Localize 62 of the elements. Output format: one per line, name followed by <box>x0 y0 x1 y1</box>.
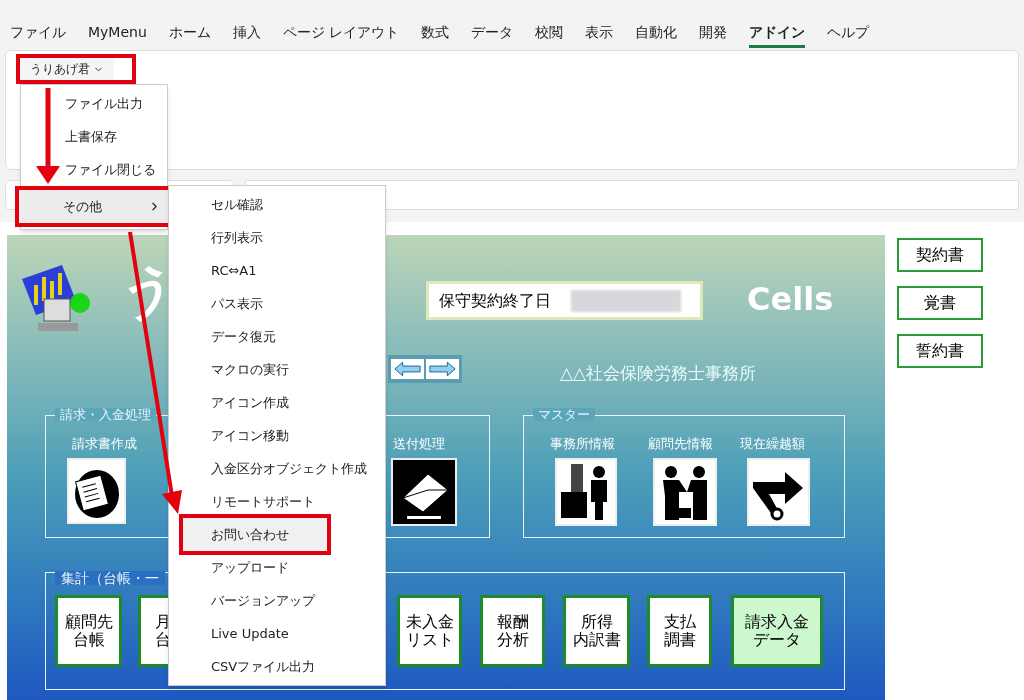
group-title: マスター <box>533 408 595 421</box>
summary-button[interactable]: 請求入金 データ <box>731 595 823 667</box>
ribbon-tab[interactable]: ホーム <box>168 22 211 48</box>
ribbon-tab[interactable]: 校閲 <box>535 22 564 48</box>
document-button[interactable]: 誓約書 <box>897 334 983 368</box>
menu-item[interactable]: Live Update <box>201 617 299 650</box>
menu-item[interactable]: マクロの実行 <box>201 353 299 386</box>
handshake-icon <box>655 460 715 524</box>
menu-item[interactable]: データ復元 <box>201 320 286 353</box>
navigation-arrows-icon[interactable] <box>388 355 462 383</box>
shortcut-button[interactable] <box>555 458 617 526</box>
document-button[interactable]: 覚書 <box>897 286 983 320</box>
ribbon-tab[interactable]: データ <box>471 22 514 48</box>
ribbon-tab[interactable]: ヘルプ <box>827 22 870 48</box>
menu-item[interactable]: その他 <box>19 190 169 223</box>
summary-button[interactable]: 支払 調書 <box>647 595 712 667</box>
menu-item[interactable]: アップロード <box>201 551 299 584</box>
ribbon-tab[interactable]: 自動化 <box>635 22 678 48</box>
ribbon-tab[interactable]: 挿入 <box>232 22 261 48</box>
shortcut-button[interactable] <box>391 458 457 526</box>
summary-button[interactable]: 顧問先 台帳 <box>55 595 122 667</box>
shortcut-button[interactable] <box>747 458 810 526</box>
ribbon-tab[interactable]: ファイル <box>10 22 66 48</box>
menu-item[interactable]: バージョンアップ <box>201 584 325 617</box>
menu-item[interactable]: アイコン移動 <box>201 419 299 452</box>
shortcut-label: 顧問先情報 <box>648 437 713 450</box>
summary-button[interactable]: 報酬 分析 <box>480 595 545 667</box>
shortcut-label: 送付処理 <box>393 437 445 450</box>
group-title: 請求・入金処理 <box>55 408 156 421</box>
office-name: △△社会保険労務士事務所 <box>560 362 757 385</box>
documents-icon <box>69 460 124 522</box>
shortcut-button[interactable] <box>67 458 126 524</box>
menu-item[interactable]: RC⇔A1 <box>201 254 267 287</box>
addin-dropdown-button[interactable]: うりあげ君 <box>20 58 114 80</box>
field-label: 保守契約終了日 <box>439 289 551 312</box>
summary-button[interactable]: 未入金 リスト <box>397 595 462 667</box>
ribbon-tab[interactable]: ページ レイアウト <box>282 22 400 48</box>
envelope-icon <box>393 460 455 524</box>
office-worker-icon <box>557 460 615 524</box>
brand-logo-text: Cells <box>747 283 834 315</box>
menu-item[interactable]: 入金区分オブジェクト作成 <box>201 452 377 485</box>
ribbon-tab[interactable]: 数式 <box>421 22 450 48</box>
menu-item[interactable]: ファイル出力 <box>21 87 167 120</box>
document-button[interactable]: 契約書 <box>897 238 983 272</box>
shortcut-label: 事務所情報 <box>550 437 615 450</box>
menu-item[interactable]: CSVファイル出力 <box>201 650 326 683</box>
summary-button[interactable]: 所得 内訳書 <box>563 595 630 667</box>
menu-item[interactable]: パス表示 <box>201 287 273 320</box>
menu-item[interactable]: セル確認 <box>201 188 273 221</box>
ribbon-tab[interactable]: MyMenu <box>88 22 147 48</box>
shortcut-label: 現在繰越額 <box>740 437 805 450</box>
menu-item[interactable]: アイコン作成 <box>201 386 299 419</box>
menu-item[interactable]: ファイル閉じる <box>21 153 167 186</box>
ribbon-tab[interactable]: 開発 <box>699 22 728 48</box>
group-title: 集計（台帳・一 <box>55 571 165 585</box>
shortcut-button[interactable] <box>653 458 717 526</box>
menu-item[interactable]: 行列表示 <box>201 221 273 254</box>
shortcut-label: 請求書作成 <box>72 437 137 450</box>
menu-item[interactable]: 上書保存 <box>21 120 167 153</box>
menu-item[interactable]: リモートサポート <box>201 485 325 518</box>
ribbon-tab[interactable]: 表示 <box>585 22 614 48</box>
menu-item[interactable]: お問い合わせ <box>183 518 327 551</box>
